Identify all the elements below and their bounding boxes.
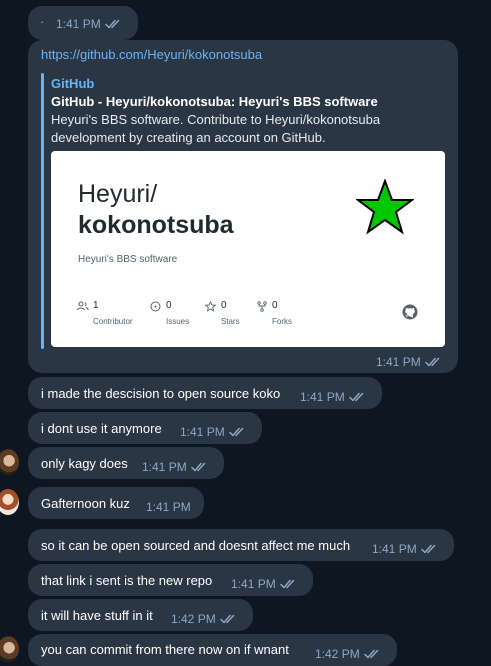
message-meta: 1:41 PM: [231, 577, 297, 591]
message-bubble[interactable]: i made the descision to open source koko…: [28, 377, 382, 409]
message-time: 1:41 PM: [142, 460, 187, 474]
fork-icon: [257, 301, 267, 312]
double-check-icon: [220, 614, 237, 624]
stat-label: Stars: [221, 317, 240, 326]
message-meta: 1:42 PM: [315, 647, 381, 661]
star-logo-icon: [356, 179, 414, 235]
issue-icon: [150, 301, 161, 312]
double-check-icon: [105, 19, 122, 29]
stat-value: 0: [221, 300, 227, 311]
stat-label: Forks: [272, 317, 292, 326]
message-time: 1:41 PM: [180, 425, 225, 439]
double-check-icon: [229, 427, 246, 437]
stat-label: Issues: [166, 317, 190, 326]
link-preview-site: GitHub: [51, 76, 95, 91]
double-check-icon: [349, 392, 366, 402]
double-check-icon: [280, 579, 297, 589]
message-meta: 1:41 PM: [376, 355, 442, 369]
link-preview-title[interactable]: GitHub - Heyuri/kokonotsuba: Heyuri's BB…: [51, 94, 378, 109]
message-bubble[interactable]: you can commit from there now on if wnan…: [28, 634, 397, 666]
repo-owner: Heyuri/: [78, 180, 158, 208]
message-bubble[interactable]: i dont use it anymore 1:41 PM: [28, 412, 262, 444]
message-time: 1:41 PM: [376, 355, 421, 369]
avatar[interactable]: [0, 489, 19, 515]
message-time: 1:42 PM: [171, 612, 216, 626]
avatar[interactable]: [0, 636, 19, 662]
message-time: 1:41 PM: [146, 500, 191, 514]
message-bubble[interactable]: that link i sent is the new repo 1:41 PM: [28, 564, 313, 596]
message-meta: 1:41 PM: [142, 460, 208, 474]
message-meta: 1:41 PM: [56, 17, 122, 31]
stat-value: 0: [272, 300, 278, 311]
message-meta: 1:41 PM: [300, 390, 366, 404]
stat-label: Contributor: [93, 317, 133, 326]
message-time: 1:42 PM: [315, 647, 360, 661]
link-preview-image[interactable]: Heyuri/ kokonotsuba Heyuri's BBS softwar…: [51, 151, 445, 347]
message-text: only kagy does: [41, 456, 128, 471]
repo-description: Heyuri's BBS software: [78, 254, 178, 265]
stat-value: 1: [93, 300, 99, 311]
link-preview-accent-bar: [41, 73, 44, 349]
link-preview-description-line: development by creating an account on Gi…: [51, 130, 326, 145]
double-check-icon: [425, 357, 442, 367]
message-text: you can commit from there now on if wnan…: [41, 642, 289, 657]
message-text: ·: [40, 14, 45, 29]
message-time: 1:41 PM: [231, 577, 276, 591]
message-bubble[interactable]: so it can be open sourced and doesnt aff…: [28, 529, 454, 561]
avatar[interactable]: [0, 449, 19, 475]
people-icon: [77, 301, 89, 311]
repo-name: kokonotsuba: [78, 211, 234, 239]
message-meta: 1:41 PM: [372, 542, 438, 556]
link-preview-description-line: Heyuri's BBS software. Contribute to Hey…: [51, 112, 381, 127]
link-preview-description: Heyuri's BBS software. Contribute to Hey…: [51, 111, 421, 147]
star-icon: [205, 301, 216, 312]
message-text: i dont use it anymore: [41, 421, 162, 436]
message-bubble[interactable]: only kagy does 1:41 PM: [28, 447, 224, 479]
message-bubble[interactable]: · 1:41 PM: [28, 6, 138, 40]
message-meta: 1:41 PM: [180, 425, 246, 439]
message-bubble[interactable]: Gafternoon kuz 1:41 PM: [28, 487, 204, 519]
double-check-icon: [364, 649, 381, 659]
message-time: 1:41 PM: [56, 17, 101, 31]
message-link[interactable]: https://github.com/Heyuri/kokonotsuba: [41, 47, 262, 62]
message-text: so it can be open sourced and doesnt aff…: [41, 538, 351, 553]
github-logo-icon: [402, 304, 418, 320]
message-text: that link i sent is the new repo: [41, 573, 213, 588]
message-time: 1:41 PM: [300, 390, 345, 404]
message-text: i made the descision to open source koko: [41, 386, 281, 401]
message-text: Gafternoon kuz: [41, 496, 130, 511]
double-check-icon: [191, 462, 208, 472]
message-meta: 1:41 PM: [146, 500, 191, 514]
message-time: 1:41 PM: [372, 542, 417, 556]
message-text: it will have stuff in it: [41, 608, 153, 623]
message-bubble[interactable]: it will have stuff in it 1:42 PM: [28, 599, 253, 631]
double-check-icon: [421, 544, 438, 554]
stat-value: 0: [166, 300, 172, 311]
message-meta: 1:42 PM: [171, 612, 237, 626]
